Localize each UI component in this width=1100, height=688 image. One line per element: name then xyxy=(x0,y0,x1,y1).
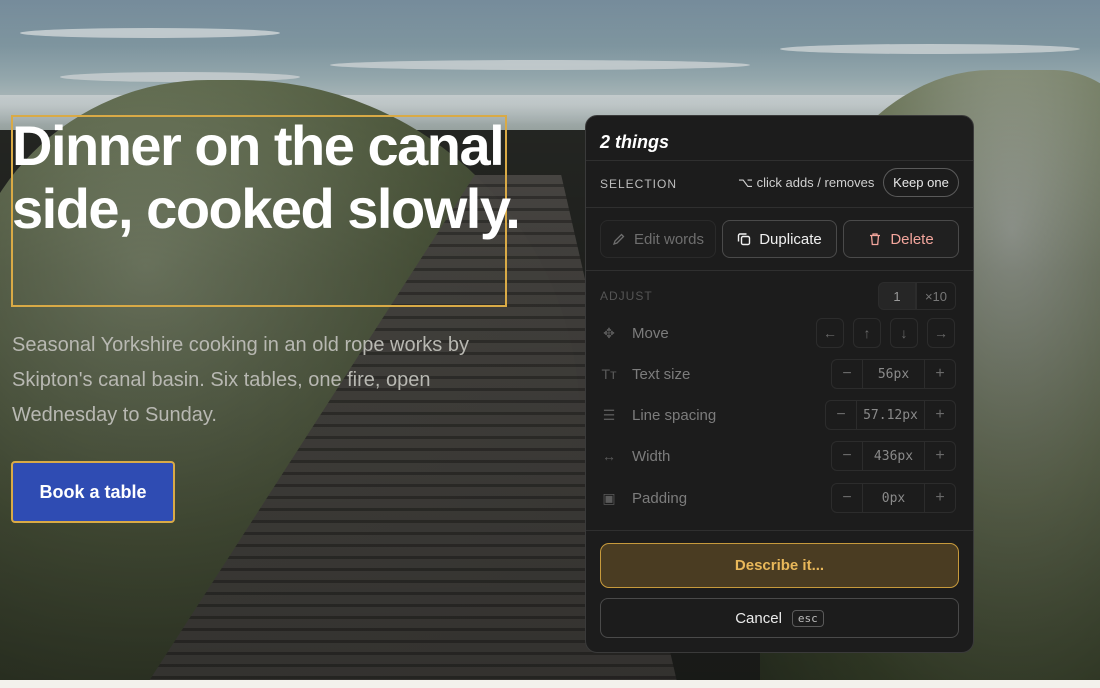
width-stepper: − 436px + xyxy=(831,441,956,471)
padding-increase-button[interactable]: + xyxy=(925,484,955,512)
line-spacing-icon: ☰ xyxy=(602,406,616,423)
divider xyxy=(586,270,973,271)
duplicate-label: Duplicate xyxy=(759,230,822,248)
width-row: ↔ Width − 436px + xyxy=(600,441,960,471)
padding-row: ▣ Padding − 0px + xyxy=(600,483,960,513)
text-size-icon: Tт xyxy=(601,366,617,382)
line-spacing-value[interactable]: 57.12px xyxy=(856,401,925,429)
move-icon: ✥ xyxy=(603,324,615,341)
delete-button[interactable]: Delete xyxy=(843,220,959,258)
trash-icon xyxy=(868,232,882,246)
copy-icon xyxy=(737,232,751,246)
book-table-button[interactable]: Book a table xyxy=(11,461,175,523)
line-spacing-row: ☰ Line spacing − 57.12px + xyxy=(600,400,960,430)
edit-words-button[interactable]: Edit words xyxy=(600,220,716,258)
text-size-label: Text size xyxy=(632,366,691,383)
selection-label: SELECTION xyxy=(600,177,678,191)
pencil-icon xyxy=(612,232,626,246)
move-row: ✥ Move ← ↑ ↓ → xyxy=(600,318,960,348)
width-decrease-button[interactable]: − xyxy=(832,442,862,470)
selection-editor-panel: 2 things SELECTION ⌥ click adds / remove… xyxy=(585,115,974,653)
selection-hint: ⌥ click adds / removes xyxy=(738,175,875,190)
step-10-toggle[interactable]: ×10 xyxy=(916,282,956,310)
move-up-button[interactable]: ↑ xyxy=(853,318,881,348)
move-left-button[interactable]: ← xyxy=(816,318,844,348)
edit-words-label: Edit words xyxy=(633,230,705,248)
hero-title[interactable]: Dinner on the canal side, cooked slowly. xyxy=(12,114,532,240)
text-size-decrease-button[interactable]: − xyxy=(832,360,862,388)
move-right-button[interactable]: → xyxy=(927,318,955,348)
panel-title: 2 things xyxy=(600,132,670,152)
line-spacing-increase-button[interactable]: + xyxy=(925,401,955,429)
width-value[interactable]: 436px xyxy=(862,442,925,470)
move-label: Move xyxy=(632,325,669,342)
padding-label: Padding xyxy=(632,490,688,507)
cancel-label: Cancel xyxy=(735,609,782,627)
hero-subtitle[interactable]: Seasonal Yorkshire cooking in an old rop… xyxy=(12,328,522,433)
move-down-button[interactable]: ↓ xyxy=(890,318,918,348)
line-spacing-decrease-button[interactable]: − xyxy=(826,401,856,429)
text-size-row: Tт Text size − 56px + xyxy=(600,359,960,389)
text-size-stepper: − 56px + xyxy=(831,359,956,389)
keep-one-button[interactable]: Keep one xyxy=(883,168,959,197)
esc-key-hint: esc xyxy=(791,609,824,627)
delete-label: Delete xyxy=(890,230,934,248)
padding-decrease-button[interactable]: − xyxy=(832,484,862,512)
padding-icon: ▣ xyxy=(602,489,616,506)
duplicate-button[interactable]: Duplicate xyxy=(722,220,837,258)
adjust-label: ADJUST xyxy=(600,289,653,303)
line-spacing-label: Line spacing xyxy=(632,407,717,424)
padding-stepper: − 0px + xyxy=(831,483,956,513)
describe-button[interactable]: Describe it... xyxy=(600,543,959,588)
width-increase-button[interactable]: + xyxy=(925,442,955,470)
padding-value[interactable]: 0px xyxy=(862,484,925,512)
text-size-increase-button[interactable]: + xyxy=(925,360,955,388)
page-bottom-strip xyxy=(0,680,1100,688)
divider xyxy=(586,207,973,208)
width-arrows-icon: ↔ xyxy=(602,448,616,464)
divider xyxy=(586,530,973,531)
line-spacing-stepper: − 57.12px + xyxy=(825,400,956,430)
step-1-toggle[interactable]: 1 xyxy=(878,282,916,310)
divider xyxy=(586,160,973,161)
text-size-value[interactable]: 56px xyxy=(862,360,925,388)
cancel-button[interactable]: Cancel esc xyxy=(600,598,959,638)
width-label: Width xyxy=(632,448,671,465)
